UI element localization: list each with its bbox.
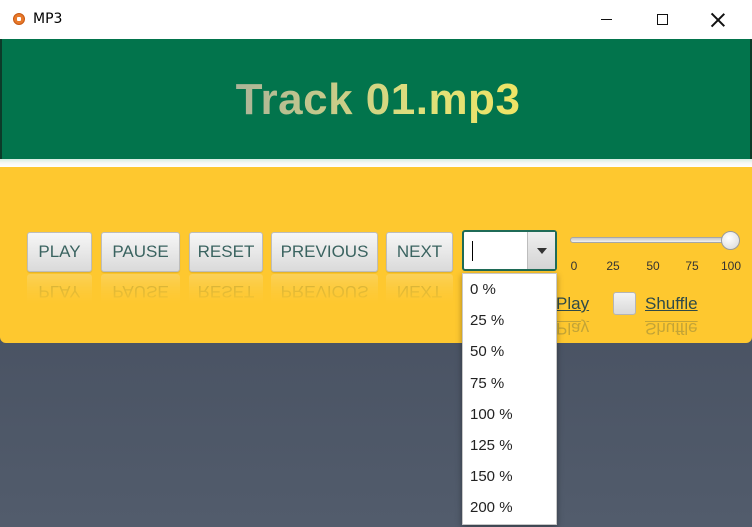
track-title: Track 01.mp3 [2, 75, 752, 125]
dropdown-option-25[interactable]: 25 % [463, 305, 556, 336]
header-divider [0, 159, 752, 167]
autoplay-label-reflection: Play [556, 319, 590, 338]
minimize-icon [600, 19, 612, 20]
speaker-icon [13, 13, 25, 25]
close-icon [711, 13, 725, 27]
title-bar: MP3 [0, 0, 752, 39]
dropdown-option-200[interactable]: 200 % [463, 492, 556, 523]
track-header: Track 01.mp3 [0, 39, 752, 159]
chevron-down-icon [536, 247, 547, 254]
dropdown-option-100[interactable]: 100 % [463, 399, 556, 430]
dropdown-option-150[interactable]: 150 % [463, 461, 556, 492]
previous-button-reflection: PREVIOUS [271, 274, 378, 308]
dropdown-option-0[interactable]: 0 % [463, 274, 556, 305]
play-button[interactable]: PLAY [27, 232, 92, 272]
pause-button[interactable]: PAUSE [101, 232, 180, 272]
text-caret [472, 241, 473, 261]
volume-slider-thumb[interactable] [721, 231, 740, 250]
previous-button[interactable]: PREVIOUS [271, 232, 378, 272]
combo-arrow-button[interactable] [527, 232, 555, 269]
window-title: MP3 [33, 11, 63, 27]
shuffle-label[interactable]: Shuffle [645, 294, 698, 314]
maximize-button[interactable] [634, 0, 690, 39]
slider-tick-100: 100 [720, 259, 742, 273]
shuffle-label-reflection: Shuffle [645, 319, 698, 338]
dropdown-option-125[interactable]: 125 % [463, 430, 556, 461]
slider-tick-50: 50 [646, 259, 660, 273]
slider-tick-75: 75 [685, 259, 699, 273]
volume-slider-track[interactable] [570, 237, 733, 243]
speed-dropdown-list: 0 % 25 % 50 % 75 % 100 % 125 % 150 % 200… [462, 273, 557, 525]
autoplay-label[interactable]: Play [556, 294, 589, 314]
pause-button-reflection: PAUSE [101, 274, 180, 308]
dropdown-option-50[interactable]: 50 % [463, 336, 556, 367]
close-button[interactable] [690, 0, 746, 39]
play-button-reflection: PLAY [27, 274, 92, 308]
maximize-icon [656, 14, 668, 25]
minimize-button[interactable] [578, 0, 634, 39]
slider-tick-25: 25 [606, 259, 620, 273]
player-window: Track 01.mp3 PLAY PAUSE RESET PREVIOUS N… [0, 39, 752, 343]
reset-button[interactable]: RESET [189, 232, 263, 272]
slider-tick-0: 0 [570, 259, 578, 273]
next-button[interactable]: NEXT [386, 232, 453, 272]
reset-button-reflection: RESET [189, 274, 263, 308]
speed-combo-box[interactable] [462, 230, 557, 271]
speed-combo-input[interactable] [465, 233, 527, 268]
dropdown-option-75[interactable]: 75 % [463, 368, 556, 399]
next-button-reflection: NEXT [386, 274, 453, 308]
shuffle-checkbox[interactable] [613, 292, 636, 315]
controls-panel: PLAY PAUSE RESET PREVIOUS NEXT PLAY PAUS… [0, 167, 752, 343]
